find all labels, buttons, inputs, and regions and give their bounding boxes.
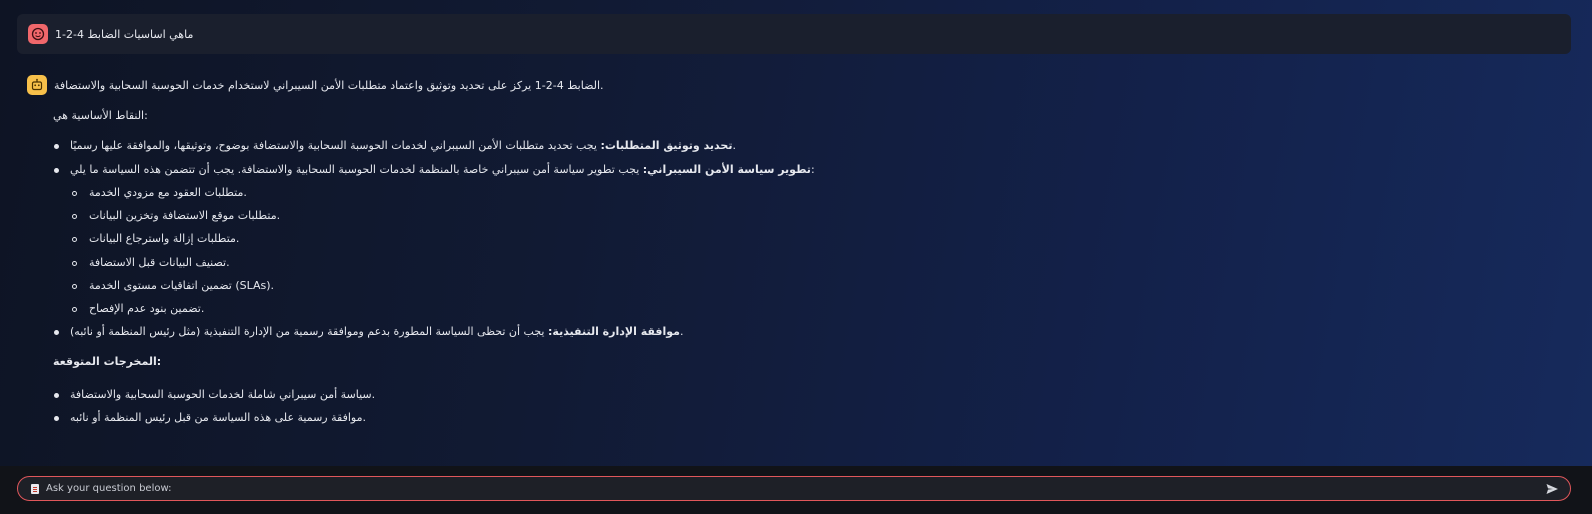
bullet-marker: [54, 416, 59, 421]
bullet-marker: [54, 330, 59, 335]
sub-bullet-marker: [72, 214, 77, 219]
user-message: ماهي اساسيات الضابط 4-2-1: [17, 14, 1571, 54]
bullet-marker: [54, 144, 59, 149]
sub-item-3: متطلبات إزالة واسترجاع البيانات.: [89, 232, 240, 245]
sub-bullet-marker: [72, 237, 77, 242]
bullet-item-2: تطوير سياسة الأمن السيبراني: يجب تطوير س…: [70, 163, 815, 176]
document-icon: [31, 483, 39, 494]
sub-item-1: متطلبات العقود مع مزودي الخدمة.: [89, 186, 247, 199]
bot-face-icon: [27, 75, 47, 95]
bullet-3-title: موافقة الإدارة التنفيذية:: [548, 325, 680, 338]
chat-area: ماهي اساسيات الضابط 4-2-1 الضابط 4-2-1 ي…: [0, 0, 1592, 466]
sub-item-6: تضمين بنود عدم الإفصاح.: [89, 302, 205, 315]
send-icon: [1546, 483, 1558, 494]
sub-bullet-marker: [72, 307, 77, 312]
bot-message-header: الضابط 4-2-1 يركز على تحديد وتوثيق واعتم…: [27, 75, 604, 95]
sub-item-4: تصنيف البيانات قبل الاستضافة.: [89, 256, 230, 269]
sub-bullet-marker: [72, 284, 77, 289]
bullet-marker: [54, 168, 59, 173]
outputs-heading: المخرجات المتوقعة:: [53, 355, 162, 368]
bullet-item-3: موافقة الإدارة التنفيذية: يجب أن تحظى ال…: [70, 325, 683, 338]
bot-intro-text: الضابط 4-2-1 يركز على تحديد وتوثيق واعتم…: [54, 78, 604, 92]
output-item-2: موافقة رسمية على هذه السياسة من قبل رئيس…: [70, 411, 366, 424]
bullet-item-1: تحديد وتوثيق المتطلبات: يجب تحديد متطلبا…: [70, 139, 736, 152]
user-message-text: ماهي اساسيات الضابط 4-2-1: [55, 27, 194, 41]
bullet-2-title: تطوير سياسة الأمن السيبراني:: [642, 163, 811, 176]
key-points-heading: النقاط الأساسية هي:: [53, 109, 148, 122]
sub-item-5: تضمين اتفاقيات مستوى الخدمة (SLAs).: [89, 279, 275, 292]
sub-item-2: متطلبات موقع الاستضافة وتخزين البيانات.: [89, 209, 281, 222]
sub-bullet-marker: [72, 261, 77, 266]
bullet-1-title: تحديد وتوثيق المتطلبات:: [600, 139, 733, 152]
send-button[interactable]: [1542, 479, 1562, 499]
bullet-marker: [54, 393, 59, 398]
chat-input[interactable]: [44, 477, 1542, 500]
chat-input-container[interactable]: [17, 476, 1571, 501]
output-item-1: سياسة أمن سيبراني شاملة لخدمات الحوسبة ا…: [70, 388, 376, 401]
user-face-icon: [28, 24, 48, 44]
sub-bullet-marker: [72, 191, 77, 196]
